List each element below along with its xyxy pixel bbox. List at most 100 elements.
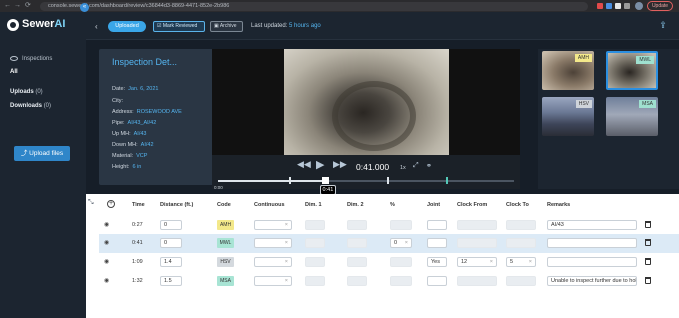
code-tag[interactable]: MWL	[217, 238, 234, 248]
percent-input[interactable]	[390, 257, 412, 267]
percent-input[interactable]	[390, 220, 412, 230]
clock-to-select[interactable]	[506, 276, 536, 286]
extension-icon[interactable]	[597, 3, 603, 9]
video-frame	[284, 49, 449, 155]
timeline-marker[interactable]	[386, 177, 389, 184]
clock-to-select[interactable]: 5 ×	[506, 257, 536, 267]
distance-input[interactable]: 1.5	[160, 276, 182, 286]
rewind-icon[interactable]: ◀◀	[297, 159, 311, 170]
last-updated: Last updated: 5 hours ago	[251, 23, 321, 29]
clock-to-select[interactable]	[506, 220, 536, 230]
sidebar-item-downloads[interactable]: Downloads (0)	[10, 103, 51, 109]
link-icon[interactable]: ⚭	[426, 162, 432, 170]
play-icon[interactable]: ▶	[316, 158, 324, 171]
fullscreen-icon[interactable]: ⤢	[413, 162, 419, 170]
trash-icon[interactable]	[645, 277, 651, 284]
collapse-sidebar-icon[interactable]: «	[80, 3, 89, 12]
add-row-icon[interactable]: +	[107, 200, 115, 208]
dim1-input[interactable]	[305, 220, 325, 230]
continuous-select[interactable]: ×	[254, 276, 292, 286]
joint-select[interactable]: Yes	[427, 257, 447, 267]
address-bar[interactable]: console.sewerai.com/dashboard/review/c36…	[40, 2, 588, 11]
clear-icon[interactable]: ×	[285, 239, 288, 247]
dim1-input[interactable]	[305, 276, 325, 286]
detail-material: Material: VCP	[112, 153, 148, 159]
playback-speed[interactable]: 1x	[400, 165, 406, 171]
view-icon[interactable]: ◉	[104, 221, 109, 228]
remarks-input[interactable]: AI/43	[547, 220, 637, 230]
browser-update-button[interactable]: Update	[647, 1, 673, 11]
sidebar-item-all[interactable]: All	[10, 69, 18, 75]
clock-from-select[interactable]: 12 ×	[457, 257, 497, 267]
distance-input[interactable]: 0	[160, 238, 182, 248]
snapshot-thumbnail-selected[interactable]: MWL	[606, 51, 658, 90]
expand-table-icon[interactable]: ⤡	[88, 199, 94, 207]
percent-input[interactable]: 0 ×	[390, 238, 412, 248]
clock-from-select[interactable]	[457, 276, 497, 286]
view-icon[interactable]: ◉	[104, 239, 109, 246]
timeline-marker[interactable]	[445, 177, 448, 184]
profile-avatar[interactable]	[635, 2, 643, 10]
dim1-input[interactable]	[305, 238, 325, 248]
dim1-input[interactable]	[305, 257, 325, 267]
trash-icon[interactable]	[645, 239, 651, 246]
dim2-input[interactable]	[347, 257, 367, 267]
joint-select[interactable]	[427, 238, 447, 248]
code-tag[interactable]: MSA	[217, 276, 234, 286]
brand-logo[interactable]: SewerAI	[22, 18, 65, 30]
detail-up-mh: Up MH: AI/43	[112, 131, 147, 137]
snapshot-thumbnail[interactable]: MSA	[606, 97, 658, 136]
trash-icon[interactable]	[645, 258, 651, 265]
remarks-input[interactable]	[547, 257, 637, 267]
clear-icon[interactable]: ×	[285, 258, 288, 266]
col-header: Clock From	[457, 202, 488, 208]
distance-input[interactable]: 1.4	[160, 257, 182, 267]
snapshot-thumbnail[interactable]: HSV	[542, 97, 594, 136]
cloud-upload-icon[interactable]: ⇪	[657, 20, 669, 32]
dim2-input[interactable]	[347, 238, 367, 248]
clear-icon[interactable]: ×	[285, 277, 288, 285]
back-icon[interactable]: ‹	[95, 22, 98, 31]
mark-reviewed-button[interactable]: ☑ Mark Reviewed	[153, 21, 205, 32]
col-header: Code	[217, 202, 231, 208]
code-tag[interactable]: HSV	[217, 257, 234, 267]
code-tag[interactable]: AMH	[217, 220, 234, 230]
joint-select[interactable]	[427, 276, 447, 286]
puzzle-icon[interactable]	[624, 3, 630, 9]
percent-input[interactable]	[390, 276, 412, 286]
clock-from-select[interactable]	[457, 220, 497, 230]
extension-icon[interactable]	[606, 3, 612, 9]
clock-from-select[interactable]	[457, 238, 497, 248]
archive-button[interactable]: ▣ Archive	[210, 21, 243, 32]
clock-to-select[interactable]	[506, 238, 536, 248]
view-icon[interactable]: ◉	[104, 258, 109, 265]
col-header: Time	[132, 202, 145, 208]
extension-icon[interactable]	[615, 3, 621, 9]
view-icon[interactable]: ◉	[104, 277, 109, 284]
continuous-select[interactable]: ×	[254, 238, 292, 248]
snapshot-thumbnail[interactable]: AMH	[542, 51, 594, 90]
remarks-input[interactable]	[547, 238, 637, 248]
continuous-select[interactable]: ×	[254, 257, 292, 267]
url-text: console.sewerai.com/dashboard/review/c36…	[48, 3, 230, 9]
clear-icon[interactable]: ×	[490, 258, 493, 266]
timeline-start-label: 0:00	[214, 185, 223, 190]
distance-input[interactable]: 0	[160, 220, 182, 230]
forward-nav-icon[interactable]: →	[14, 2, 21, 10]
joint-select[interactable]	[427, 220, 447, 230]
remarks-input[interactable]: Unable to inspect further due to hole	[547, 276, 637, 286]
trash-icon[interactable]	[645, 221, 651, 228]
continuous-select[interactable]: ×	[254, 220, 292, 230]
upload-files-button[interactable]: ⤴ Upload files	[14, 146, 70, 161]
back-nav-icon[interactable]: ←	[4, 2, 11, 10]
clear-icon[interactable]: ×	[285, 221, 288, 229]
dim2-input[interactable]	[347, 276, 367, 286]
dim2-input[interactable]	[347, 220, 367, 230]
sidebar-item-uploads[interactable]: Uploads (0)	[10, 89, 43, 95]
timeline-scrubber[interactable]	[321, 177, 329, 184]
clear-icon[interactable]: ×	[405, 239, 408, 247]
fast-forward-icon[interactable]: ▶▶	[333, 159, 347, 170]
reload-icon[interactable]: ⟳	[25, 2, 31, 10]
clear-icon[interactable]: ×	[529, 258, 532, 266]
timeline-marker[interactable]	[289, 177, 292, 184]
